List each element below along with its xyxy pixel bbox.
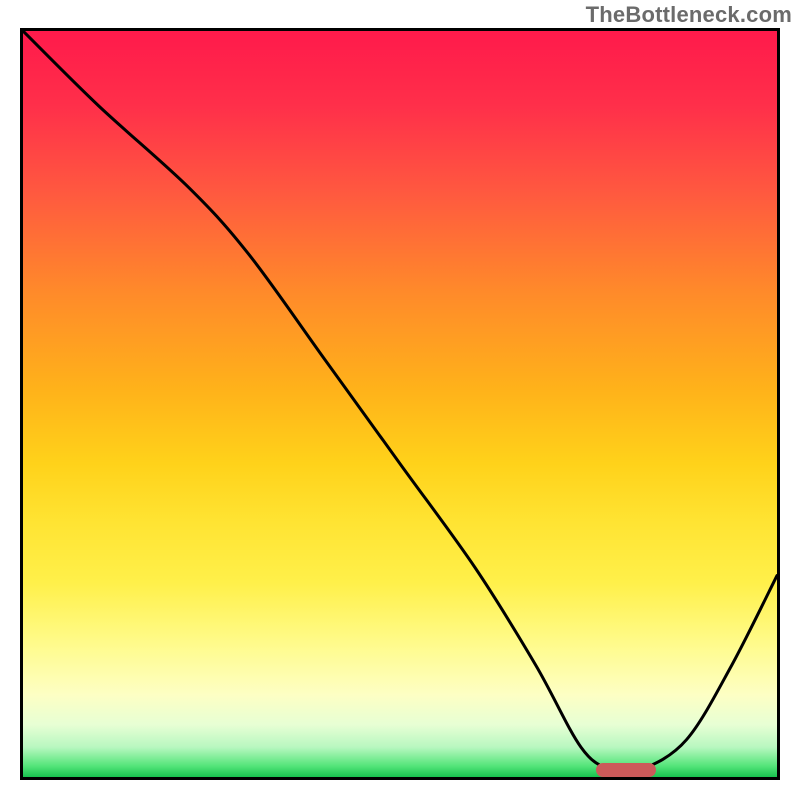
- bottleneck-curve: [23, 31, 777, 777]
- bottleneck-chart: TheBottleneck.com: [0, 0, 800, 800]
- plot-area: [20, 28, 780, 780]
- optimal-range-marker: [596, 763, 656, 777]
- curve-path: [23, 31, 777, 773]
- watermark-text: TheBottleneck.com: [586, 2, 792, 28]
